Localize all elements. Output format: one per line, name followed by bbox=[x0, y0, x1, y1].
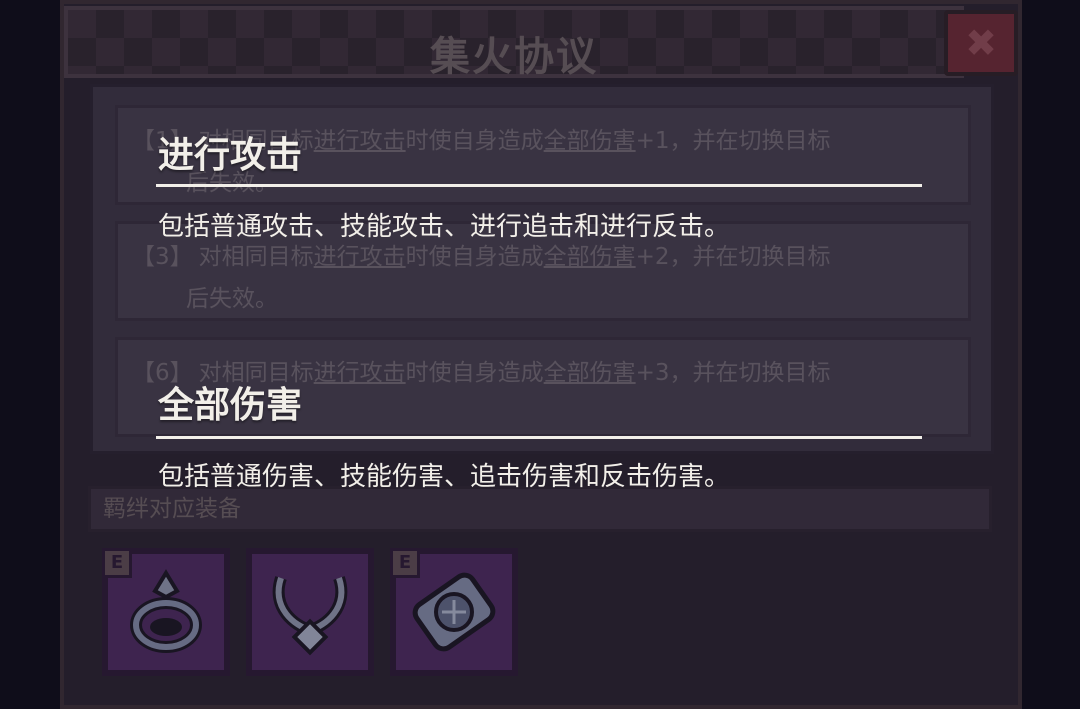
tooltip-overlay[interactable] bbox=[0, 0, 1080, 709]
glossary-desc-attack: 包括普通攻击、技能攻击、进行追击和进行反击。 bbox=[158, 212, 731, 242]
glossary-term-damage: 全部伤害 bbox=[158, 385, 303, 426]
glossary-desc-damage: 包括普通伤害、技能伤害、追击伤害和反击伤害。 bbox=[158, 462, 731, 492]
glossary-divider bbox=[156, 436, 922, 439]
glossary-term-attack: 进行攻击 bbox=[158, 135, 303, 176]
glossary-divider bbox=[156, 184, 922, 187]
